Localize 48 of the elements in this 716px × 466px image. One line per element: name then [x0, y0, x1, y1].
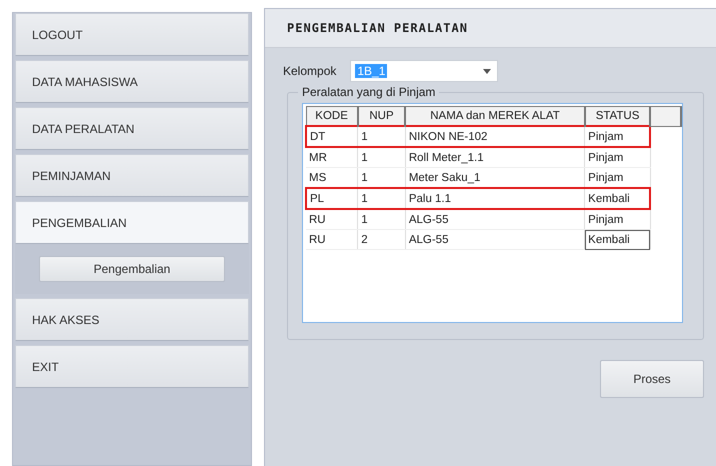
table-cell: ALG-55	[405, 209, 585, 230]
table-cell: 1	[358, 188, 406, 209]
table-cell: 1	[358, 209, 406, 230]
column-header	[650, 106, 681, 126]
table-cell: NIKON NE-102	[405, 126, 585, 147]
group-title: Peralatan yang di Pinjam	[298, 85, 440, 99]
dropdown-arrow-icon	[483, 68, 492, 74]
table-cell: Meter Saku_1	[405, 168, 585, 188]
table-cell: MS	[306, 168, 358, 188]
table-cell: Roll Meter_1.1	[405, 147, 585, 168]
table-row[interactable]: RU 2 ALG-55 Kembali	[306, 230, 681, 250]
table-row[interactable]: MR 1 Roll Meter_1.1 Pinjam	[306, 147, 681, 168]
menu-item[interactable]: HAK AKSES	[15, 298, 249, 341]
column-header[interactable]: NAMA dan MEREK ALAT	[405, 106, 585, 126]
column-header[interactable]: KODE	[306, 106, 358, 126]
menu-item[interactable]: DATA MAHASISWA	[15, 60, 249, 103]
table-cell: Kembali	[584, 230, 650, 250]
table-cell: ALG-55	[405, 230, 585, 250]
table-cell: 1	[358, 147, 406, 168]
table-cell: 1	[358, 168, 406, 188]
kelompok-label: Kelompok	[283, 64, 336, 78]
table-cell: Kembali	[584, 188, 650, 209]
table-cell: Pinjam	[584, 147, 650, 168]
menu-item[interactable]: DATA PERALATAN	[15, 107, 249, 150]
table-cell: DT	[306, 126, 358, 147]
menu-item[interactable]: EXIT	[15, 345, 249, 388]
table-cell: Pinjam	[584, 168, 650, 188]
table-row[interactable]: PL 1 Palu 1.1 Kembali	[306, 188, 681, 209]
proses-button[interactable]: Proses	[600, 360, 704, 398]
table-cell: RU	[306, 209, 358, 230]
table-cell: Palu 1.1	[405, 188, 585, 209]
table-cell: Pinjam	[584, 209, 650, 230]
submenu-button[interactable]: Pengembalian	[39, 256, 225, 282]
column-header[interactable]: STATUS	[584, 106, 650, 126]
menu-item[interactable]: PEMINJAMAN	[15, 154, 249, 197]
table-cell: 2	[358, 230, 406, 250]
panel-title: PENGEMBALIAN PERALATAN	[287, 21, 468, 35]
table-row[interactable]: MS 1 Meter Saku_1 Pinjam	[306, 168, 681, 188]
table-row[interactable]: RU 1 ALG-55 Pinjam	[306, 209, 681, 230]
table-cell: PL	[306, 188, 358, 209]
column-header[interactable]: NUP	[358, 106, 406, 126]
table-cell: MR	[306, 147, 358, 168]
menu-item[interactable]: LOGOUT	[15, 13, 249, 56]
table-cell: Pinjam	[584, 126, 650, 147]
menu-item[interactable]: PENGEMBALIAN	[15, 201, 249, 244]
table-cell: 1	[358, 126, 406, 147]
table-cell: RU	[306, 230, 358, 250]
table-row[interactable]: DT 1 NIKON NE-102 Pinjam	[306, 126, 681, 147]
